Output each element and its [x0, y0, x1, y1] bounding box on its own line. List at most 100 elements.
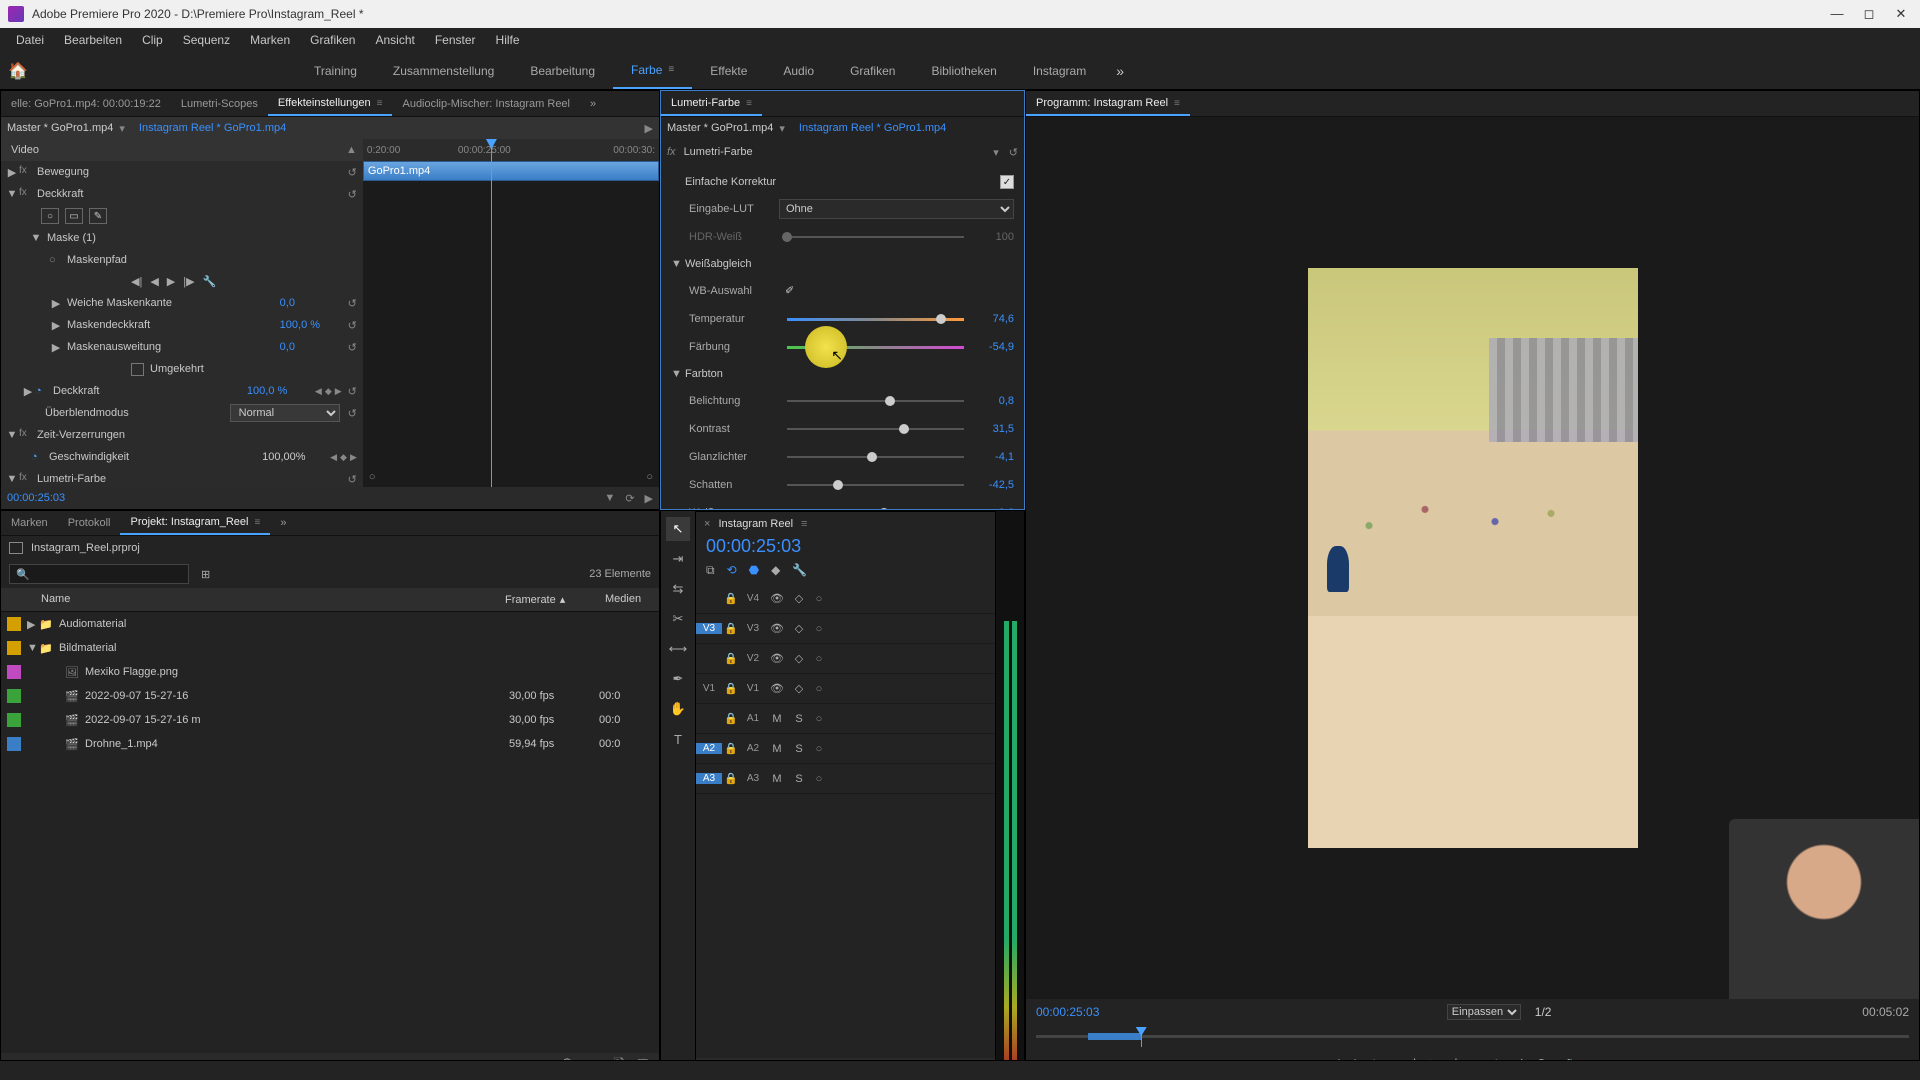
tab-programm[interactable]: Programm: Instagram Reel≡: [1026, 92, 1190, 116]
workspace-zusammenstellung[interactable]: Zusammenstellung: [375, 52, 512, 89]
item-name[interactable]: Drohne_1.mp4: [85, 738, 509, 750]
kf-add-icon[interactable]: ◆: [325, 386, 332, 397]
lock-icon[interactable]: 🔒: [722, 772, 740, 785]
project-row[interactable]: 🎬2022-09-07 15-27-16 m30,00 fps00:0: [1, 708, 659, 732]
mask-wrench-icon[interactable]: 🔧: [203, 275, 217, 288]
fx-clip-bar[interactable]: GoPro1.mp4: [363, 161, 659, 181]
workspace-bibliotheken[interactable]: Bibliotheken: [913, 52, 1014, 89]
col-name[interactable]: Name: [35, 588, 499, 611]
fx-master-clip[interactable]: Master * GoPro1.mp4: [7, 122, 113, 134]
tab-lumetri-farbe[interactable]: Lumetri-Farbe≡: [661, 92, 762, 116]
tool-hand[interactable]: ✋: [666, 697, 690, 721]
minimize-button[interactable]: —: [1830, 6, 1844, 22]
lock-icon[interactable]: 🔒: [722, 592, 740, 605]
kf-prev-icon[interactable]: ◀: [330, 452, 337, 463]
slider-belichtung[interactable]: [885, 396, 895, 406]
track-a2[interactable]: A2: [740, 743, 766, 754]
toggle-sync[interactable]: ◇: [788, 652, 810, 665]
project-row[interactable]: 🎬2022-09-07 15-27-1630,00 fps00:0: [1, 684, 659, 708]
fx-maskenpfad[interactable]: Maskenpfad: [63, 254, 363, 266]
toggle-mute[interactable]: [766, 743, 788, 755]
reset-icon[interactable]: ↺: [1009, 146, 1018, 159]
track-v4[interactable]: V4: [740, 593, 766, 604]
lum-fx-name[interactable]: Lumetri-Farbe: [684, 146, 994, 158]
track-a3[interactable]: A3: [740, 773, 766, 784]
src-patch-v3[interactable]: V3: [696, 623, 722, 634]
panel-menu-icon[interactable]: ≡: [254, 517, 260, 528]
menu-hilfe[interactable]: Hilfe: [486, 29, 530, 51]
value-deckkraft[interactable]: 100,0 %: [247, 385, 307, 397]
fx-deckkraft[interactable]: Deckkraft: [33, 188, 348, 200]
value-weiss[interactable]: 9,6: [972, 507, 1014, 509]
tool-ripple[interactable]: ⇆: [666, 577, 690, 601]
fx-playhead[interactable]: [491, 139, 492, 487]
tool-type[interactable]: T: [666, 727, 690, 751]
select-fit[interactable]: Einpassen: [1447, 1004, 1521, 1020]
project-row[interactable]: 🖼Mexiko Flagge.png: [1, 660, 659, 684]
tool-slip[interactable]: ⟷: [666, 637, 690, 661]
link-icon[interactable]: ⟲: [727, 563, 737, 578]
value-glanzlichter[interactable]: -4,1: [972, 451, 1014, 463]
reset-icon[interactable]: ↺: [348, 166, 357, 179]
value-speed[interactable]: 100,00%: [262, 451, 322, 463]
wrench-icon[interactable]: 🔧: [792, 563, 807, 578]
mask-track-play-icon[interactable]: ▶: [167, 275, 175, 288]
filter-icon[interactable]: ▼: [604, 492, 615, 505]
track-v2[interactable]: V2: [740, 653, 766, 664]
menu-marken[interactable]: Marken: [240, 29, 300, 51]
lum-sequence[interactable]: Instagram Reel * GoPro1.mp4: [799, 122, 946, 134]
project-row[interactable]: ▶📁Audiomaterial: [1, 612, 659, 636]
value-weiche[interactable]: 0,0: [280, 297, 340, 309]
value-temperatur[interactable]: 74,6: [972, 313, 1014, 325]
fx-weiche-maskenkante[interactable]: Weiche Maskenkante: [63, 297, 280, 309]
slider-kontrast[interactable]: [899, 424, 909, 434]
toggle-eye[interactable]: [766, 682, 788, 695]
value-belichtung[interactable]: 0,8: [972, 395, 1014, 407]
src-patch-a2[interactable]: A2: [696, 743, 722, 754]
panel-menu-icon[interactable]: ≡: [746, 98, 752, 109]
fx-timecode[interactable]: 00:00:25:03: [7, 492, 65, 504]
item-name[interactable]: Bildmaterial: [59, 642, 509, 654]
toggle-solo[interactable]: [788, 713, 810, 725]
track-a1[interactable]: A1: [740, 713, 766, 724]
close-button[interactable]: ✕: [1894, 6, 1908, 22]
new-bin-icon[interactable]: ⊞: [201, 568, 210, 581]
toggle-solo[interactable]: [788, 743, 810, 755]
panel-menu-icon[interactable]: ≡: [1174, 98, 1180, 109]
reset-icon[interactable]: ↺: [348, 297, 357, 310]
project-row[interactable]: ▼📁Bildmaterial: [1, 636, 659, 660]
workspace-overflow[interactable]: »: [1116, 63, 1124, 79]
menu-sequenz[interactable]: Sequenz: [173, 29, 240, 51]
fx-bewegung[interactable]: Bewegung: [33, 166, 348, 178]
twirl-icon[interactable]: ▶: [27, 618, 39, 631]
menu-datei[interactable]: Datei: [6, 29, 54, 51]
slider-weiss[interactable]: [879, 508, 889, 509]
fx-maskenausweitung[interactable]: Maskenausweitung: [63, 341, 280, 353]
toggle-icon[interactable]: ⟳: [625, 492, 634, 505]
color-label[interactable]: [7, 665, 21, 679]
timeline-timecode[interactable]: 00:00:25:03: [696, 536, 995, 561]
tool-selection[interactable]: ↖: [666, 517, 690, 541]
select-blend-mode[interactable]: Normal: [230, 404, 340, 422]
workspace-menu-icon[interactable]: ≡: [668, 64, 674, 75]
track-v1[interactable]: V1: [740, 683, 766, 694]
toggle-sync[interactable]: ◇: [788, 682, 810, 695]
resolution-dropdown[interactable]: 1/2: [1535, 1005, 1552, 1019]
fx-play-icon[interactable]: ▶: [645, 122, 653, 135]
toggle-eye[interactable]: [766, 652, 788, 665]
value-faerbung[interactable]: -54,9: [972, 341, 1014, 353]
mask-step-fwd-icon[interactable]: |▶: [183, 275, 194, 288]
sequence-name[interactable]: Instagram Reel: [718, 518, 793, 530]
snap-icon[interactable]: ⧉: [706, 563, 715, 578]
mask-track-back-icon[interactable]: ◀|: [131, 275, 142, 288]
color-label[interactable]: [7, 737, 21, 751]
tab-lumetri-scopes[interactable]: Lumetri-Scopes: [171, 93, 268, 115]
slider-schatten[interactable]: [833, 480, 843, 490]
lock-icon[interactable]: 🔒: [722, 742, 740, 755]
col-medien[interactable]: Medien: [599, 588, 659, 611]
select-input-lut[interactable]: Ohne: [779, 199, 1014, 219]
kf-prev-icon[interactable]: ◀: [315, 386, 322, 397]
workspace-effekte[interactable]: Effekte: [692, 52, 765, 89]
marker-icon[interactable]: ⬣: [749, 563, 759, 578]
tab-projekt[interactable]: Projekt: Instagram_Reel≡: [120, 511, 270, 535]
